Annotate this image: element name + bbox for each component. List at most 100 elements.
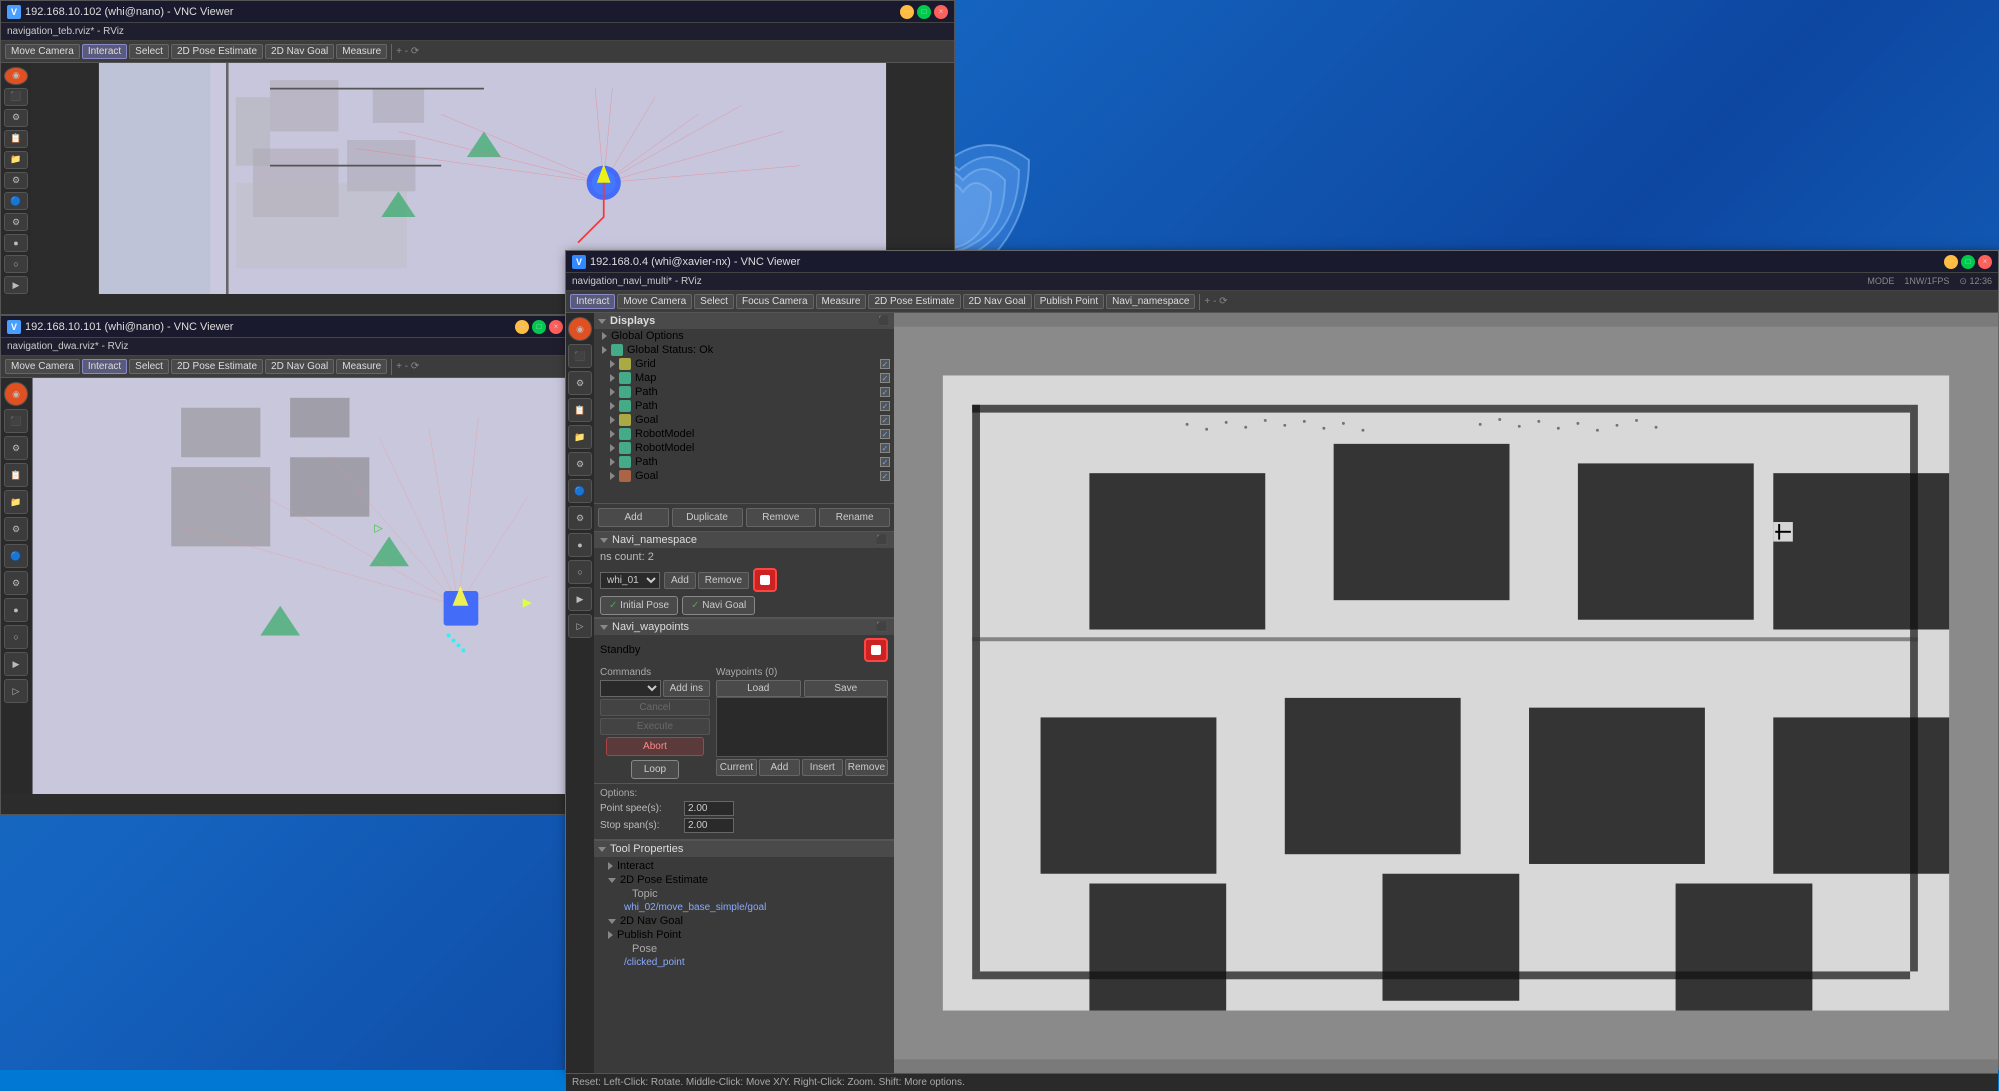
pose-est-btn-2[interactable]: 2D Pose Estimate — [171, 359, 263, 374]
vnc1-close[interactable]: × — [934, 5, 948, 19]
nav-goal-btn-3[interactable]: 2D Nav Goal — [963, 294, 1032, 309]
icon-tool-5[interactable]: ⚙ — [4, 172, 28, 190]
navi-ns-header[interactable]: Navi_namespace ⬛ — [594, 532, 894, 548]
select-btn-2[interactable]: Select — [129, 359, 169, 374]
nav-goal-btn-1[interactable]: 2D Nav Goal — [265, 44, 334, 59]
wp-current-btn[interactable]: Current — [716, 759, 757, 776]
icon-tool-16[interactable]: 🔵 — [4, 544, 28, 568]
icon-tool-14[interactable]: 📁 — [4, 490, 28, 514]
icon-tool-19[interactable]: ○ — [4, 625, 28, 649]
navi-wp-scroll-btn[interactable]: ⬛ — [876, 622, 888, 633]
icon-tool-27[interactable]: 🔵 — [568, 479, 592, 503]
grid-checkbox[interactable]: ✓ — [880, 359, 890, 369]
cancel-btn[interactable]: Cancel — [600, 699, 710, 716]
global-status-item[interactable]: Global Status: Ok — [594, 343, 894, 357]
stop-span-input[interactable] — [684, 818, 734, 833]
ns-select[interactable]: whi_01 — [600, 572, 660, 589]
icon-tool-10[interactable]: ▶ — [4, 276, 28, 294]
navi-wp-header[interactable]: Navi_waypoints ⬛ — [594, 619, 894, 635]
icon-tool-6[interactable]: 🔵 — [4, 192, 28, 210]
ns-remove-btn[interactable]: Remove — [698, 572, 749, 589]
vnc2-minimize[interactable]: ─ — [515, 320, 529, 334]
icon-tool-21[interactable]: ▷ — [4, 679, 28, 703]
icon-tool-28[interactable]: ⚙ — [568, 506, 592, 530]
icon-tool-4[interactable]: 📁 — [4, 151, 28, 169]
navi-ns-btn-3[interactable]: Navi_namespace — [1106, 294, 1195, 309]
icon-tool-12[interactable]: ⚙ — [4, 436, 28, 460]
path1-checkbox[interactable]: ✓ — [880, 387, 890, 397]
robotmodel2-item[interactable]: RobotModel ✓ — [594, 441, 894, 455]
duplicate-display-btn[interactable]: Duplicate — [672, 508, 743, 527]
vnc2-close[interactable]: × — [549, 320, 563, 334]
tool-props-header[interactable]: Tool Properties — [594, 841, 894, 857]
displays-scroll-btn[interactable]: ⬛ — [878, 316, 890, 327]
interact-btn-2[interactable]: Interact — [82, 359, 127, 374]
pose-est-btn-3[interactable]: 2D Pose Estimate — [868, 294, 960, 309]
path3-item[interactable]: Path ✓ — [594, 455, 894, 469]
execute-btn[interactable]: Execute — [600, 718, 710, 735]
icon-tool-3[interactable]: 📋 — [4, 130, 28, 148]
measure-btn-2[interactable]: Measure — [336, 359, 387, 374]
path3-checkbox[interactable]: ✓ — [880, 457, 890, 467]
goal2-checkbox[interactable]: ✓ — [880, 471, 890, 481]
publish-point-btn-3[interactable]: Publish Point — [1034, 294, 1104, 309]
save-btn[interactable]: Save — [804, 680, 889, 697]
grid-item[interactable]: Grid ✓ — [594, 357, 894, 371]
vnc1-maximize[interactable]: □ — [917, 5, 931, 19]
icon-tool-7[interactable]: ⚙ — [4, 213, 28, 231]
icon-tool-26[interactable]: ⚙ — [568, 452, 592, 476]
cmd-select[interactable] — [600, 680, 661, 697]
icon-tool-17[interactable]: ⚙ — [4, 571, 28, 595]
loop-btn[interactable]: Loop — [631, 760, 679, 779]
select-btn-1[interactable]: Select — [129, 44, 169, 59]
icon-tool-23[interactable]: ⚙ — [568, 371, 592, 395]
interact-btn-1[interactable]: Interact — [82, 44, 127, 59]
wp-insert-btn[interactable]: Insert — [802, 759, 843, 776]
nav-goal-btn-2[interactable]: 2D Nav Goal — [265, 359, 334, 374]
move-camera-btn-2[interactable]: Move Camera — [5, 359, 80, 374]
robotmodel2-checkbox[interactable]: ✓ — [880, 443, 890, 453]
icon-ubuntu-2[interactable]: ◉ — [4, 382, 28, 406]
vnc3-close[interactable]: × — [1978, 255, 1992, 269]
vnc1-minimize[interactable]: ─ — [900, 5, 914, 19]
icon-tool-31[interactable]: ▶ — [568, 587, 592, 611]
icon-tool-29[interactable]: ● — [568, 533, 592, 557]
icon-tool-2[interactable]: ⚙ — [4, 109, 28, 127]
goal1-item[interactable]: Goal ✓ — [594, 413, 894, 427]
rename-display-btn[interactable]: Rename — [819, 508, 890, 527]
wp-add-btn[interactable]: Add — [759, 759, 800, 776]
icon-tool-30[interactable]: ○ — [568, 560, 592, 584]
tp-pose-est-item[interactable]: 2D Pose Estimate — [600, 873, 888, 887]
goal1-checkbox[interactable]: ✓ — [880, 415, 890, 425]
goal2-item[interactable]: Goal ✓ — [594, 469, 894, 483]
icon-ubuntu-1[interactable]: ◉ — [4, 67, 28, 85]
cmd-add-ins-btn[interactable]: Add ins — [663, 680, 710, 697]
focus-cam-btn-3[interactable]: Focus Camera — [736, 294, 814, 309]
icon-ubuntu-3[interactable]: ◉ — [568, 317, 592, 341]
map-item[interactable]: Map ✓ — [594, 371, 894, 385]
icon-tool-22[interactable]: ⬛ — [568, 344, 592, 368]
measure-btn-3[interactable]: Measure — [816, 294, 867, 309]
tp-publish-item[interactable]: Publish Point — [600, 928, 888, 942]
robotmodel1-checkbox[interactable]: ✓ — [880, 429, 890, 439]
initial-pose-btn[interactable]: ✓ Initial Pose — [600, 596, 678, 615]
ns-add-btn[interactable]: Add — [664, 572, 696, 589]
map-checkbox[interactable]: ✓ — [880, 373, 890, 383]
load-btn[interactable]: Load — [716, 680, 801, 697]
abort-btn[interactable]: Abort — [606, 737, 704, 756]
remove-display-btn[interactable]: Remove — [746, 508, 817, 527]
icon-tool-25[interactable]: 📁 — [568, 425, 592, 449]
icon-tool-18[interactable]: ● — [4, 598, 28, 622]
vnc3-maximize[interactable]: □ — [1961, 255, 1975, 269]
icon-tool-11[interactable]: ⬛ — [4, 409, 28, 433]
icon-tool-20[interactable]: ▶ — [4, 652, 28, 676]
path1-item[interactable]: Path ✓ — [594, 385, 894, 399]
path2-checkbox[interactable]: ✓ — [880, 401, 890, 411]
navi-goal-btn[interactable]: ✓ Navi Goal — [682, 596, 755, 615]
global-options-item[interactable]: Global Options — [594, 329, 894, 343]
vnc2-maximize[interactable]: □ — [532, 320, 546, 334]
tp-nav-goal-item[interactable]: 2D Nav Goal — [600, 914, 888, 928]
pose-est-btn-1[interactable]: 2D Pose Estimate — [171, 44, 263, 59]
icon-tool-24[interactable]: 📋 — [568, 398, 592, 422]
path2-item[interactable]: Path ✓ — [594, 399, 894, 413]
